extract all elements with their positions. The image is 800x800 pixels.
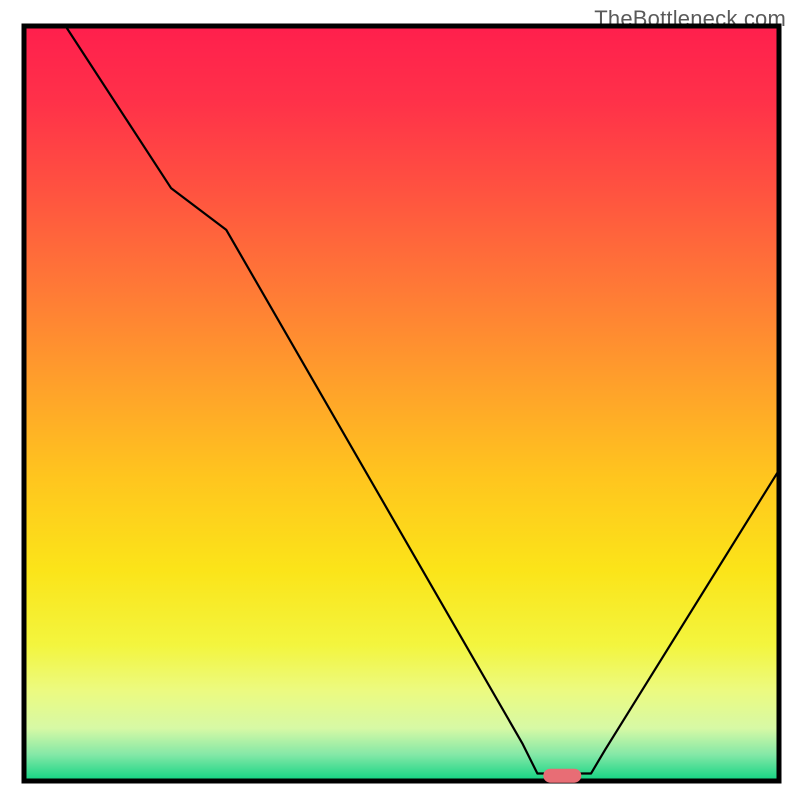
chart-container: TheBottleneck.com (0, 0, 800, 800)
gradient-background (24, 26, 779, 781)
bottleneck-chart (0, 0, 800, 800)
optimal-marker (543, 769, 581, 783)
watermark-text: TheBottleneck.com (594, 6, 786, 32)
